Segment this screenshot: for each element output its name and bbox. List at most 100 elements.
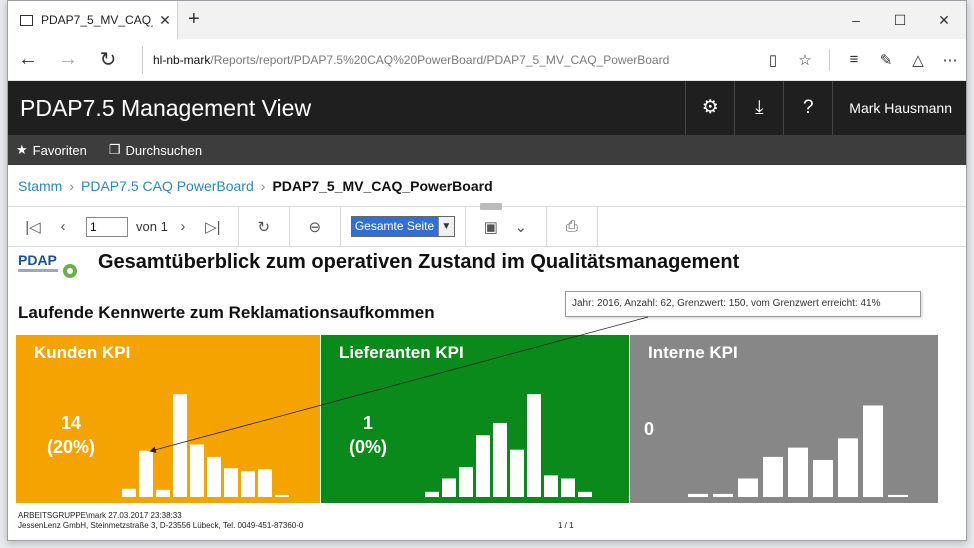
- print-icon[interactable]: ⎙: [557, 218, 587, 235]
- chart-bar[interactable]: [578, 491, 592, 497]
- close-window-icon[interactable]: ✕: [922, 1, 966, 39]
- browser-window: PDAP7_5_MV_CAQ_Pow ✕ + – ☐ ✕ ← → ↻ hl-nb…: [7, 0, 967, 541]
- chart-bar[interactable]: [544, 475, 558, 497]
- kpi-value-block: 0: [644, 417, 674, 441]
- chart-bar[interactable]: [510, 449, 524, 497]
- sub-navigation: ★ Favoriten ❒ Durchsuchen: [8, 135, 966, 165]
- chart-bar[interactable]: [527, 394, 541, 497]
- web-note-icon[interactable]: ✎: [870, 51, 902, 69]
- close-tab-icon[interactable]: ✕: [153, 12, 177, 29]
- page-count-label: von 1: [136, 219, 168, 234]
- chart-bar[interactable]: [224, 468, 238, 497]
- footer-page-indicator: 1 / 1: [558, 521, 574, 530]
- chart-bar[interactable]: [838, 438, 858, 497]
- breadcrumb-folder[interactable]: PDAP7.5 CAQ PowerBoard: [81, 178, 254, 194]
- browse-label: Durchsuchen: [125, 142, 203, 158]
- more-icon[interactable]: ⋯: [934, 51, 966, 69]
- chart-bar[interactable]: [493, 422, 507, 497]
- previous-page-icon[interactable]: ‹: [48, 218, 78, 235]
- url-host: hl-nb-mark: [153, 52, 211, 67]
- chart-bar[interactable]: [738, 478, 758, 497]
- report-canvas: PDAP Gesamtüberblick zum operativen Zust…: [8, 247, 966, 533]
- hub-icon[interactable]: ≡: [838, 51, 870, 68]
- refresh-icon[interactable]: ↻: [88, 47, 128, 72]
- reading-view-icon[interactable]: ▯: [757, 51, 789, 69]
- favorites-label: Favoriten: [32, 142, 87, 158]
- window-controls: – ☐ ✕: [834, 1, 966, 39]
- chevron-right-icon: ›: [69, 177, 75, 194]
- favorite-star-icon[interactable]: ☆: [789, 51, 821, 69]
- tab-strip: PDAP7_5_MV_CAQ_Pow ✕ + – ☐ ✕: [8, 1, 966, 39]
- page-number-input[interactable]: [86, 216, 128, 237]
- kpi-title: Lieferanten KPI: [339, 343, 464, 362]
- kpi-value-block: 1 (0%): [335, 411, 401, 459]
- save-export-icon[interactable]: ▣: [476, 218, 506, 236]
- new-tab-button[interactable]: +: [188, 9, 200, 29]
- chart-bar[interactable]: [207, 456, 221, 497]
- favorites-link[interactable]: ★ Favoriten: [16, 142, 87, 158]
- chevron-down-icon: ▼: [437, 217, 454, 236]
- logo-text: PDAP: [18, 252, 57, 268]
- last-page-icon[interactable]: ▷|: [198, 218, 228, 236]
- breadcrumb-current: PDAP7_5_MV_CAQ_PowerBoard: [272, 177, 493, 194]
- kpi-tile-lieferanten[interactable]: Lieferanten KPI 1 (0%): [321, 335, 629, 503]
- kpi-tile-interne[interactable]: Interne KPI 0: [630, 335, 938, 503]
- chart-bar[interactable]: [173, 394, 187, 497]
- report-toolbar: |◁ ‹ von 1 › ▷| ↻ ⊖ Gesamte Seite ▼ ▣ ⌄ …: [8, 206, 966, 247]
- chart-bar[interactable]: [258, 469, 272, 497]
- download-icon[interactable]: ⤓: [734, 81, 783, 135]
- back-icon[interactable]: ←: [8, 48, 48, 71]
- back-to-parent-icon[interactable]: ⊖: [300, 218, 330, 236]
- breadcrumb: Stamm › PDAP7.5 CAQ PowerBoard › PDAP7_5…: [8, 165, 966, 210]
- chart-bar[interactable]: [275, 494, 289, 497]
- chart-bar[interactable]: [888, 494, 908, 497]
- chart-bar[interactable]: [788, 447, 808, 497]
- help-icon[interactable]: ?: [783, 81, 832, 135]
- kpi-value-block: 14 (20%): [30, 411, 112, 459]
- next-page-icon[interactable]: ›: [168, 218, 198, 235]
- chart-bar[interactable]: [561, 478, 575, 497]
- chart-bar[interactable]: [190, 444, 204, 497]
- user-menu[interactable]: Mark Hausmann: [832, 81, 966, 135]
- zoom-select[interactable]: Gesamte Seite ▼: [350, 216, 455, 237]
- share-icon[interactable]: △: [902, 51, 934, 69]
- tab-title: PDAP7_5_MV_CAQ_Pow: [41, 13, 153, 27]
- chart-bar[interactable]: [763, 456, 783, 497]
- toolbar-divider: [829, 48, 830, 71]
- browse-link[interactable]: ❒ Durchsuchen: [109, 142, 202, 158]
- chart-bar[interactable]: [139, 450, 153, 497]
- chart-bar[interactable]: [122, 488, 136, 497]
- chart-bar[interactable]: [713, 493, 733, 497]
- chart-bar[interactable]: [688, 493, 708, 497]
- chart-bar[interactable]: [476, 435, 490, 497]
- chart-bar[interactable]: [156, 489, 170, 497]
- chart-tooltip: Jahr: 2016, Anzahl: 62, Grenzwert: 150, …: [565, 291, 921, 317]
- breadcrumb-root[interactable]: Stamm: [18, 178, 62, 194]
- settings-gear-icon[interactable]: ⚙: [685, 81, 734, 135]
- chart-bar[interactable]: [425, 491, 439, 497]
- chart-bar[interactable]: [863, 405, 883, 497]
- chart-bar[interactable]: [442, 478, 456, 497]
- browser-tab[interactable]: PDAP7_5_MV_CAQ_Pow ✕: [8, 1, 178, 39]
- first-page-icon[interactable]: |◁: [18, 218, 48, 236]
- address-bar[interactable]: hl-nb-mark/Reports/report/PDAP7.5%20CAQ%…: [142, 45, 757, 74]
- minimize-icon[interactable]: –: [834, 1, 878, 39]
- kpi-value: 14: [60, 413, 82, 433]
- footer-company: JessenLenz GmbH, Steinmetzstraße 3, D-23…: [18, 521, 304, 530]
- kpi-tile-kunden[interactable]: Kunden KPI 14 (20%): [16, 335, 320, 503]
- chart-bar[interactable]: [459, 467, 473, 497]
- refresh-report-icon[interactable]: ↻: [249, 218, 279, 236]
- print-group: ⎙: [547, 206, 598, 247]
- kpi-percent: (20%): [46, 437, 95, 457]
- forward-icon[interactable]: →: [48, 48, 88, 71]
- app-title: PDAP7.5 Management View: [20, 94, 312, 121]
- pdap-logo: PDAP: [18, 252, 77, 278]
- collapse-handle[interactable]: [480, 203, 502, 210]
- chevron-right-icon: ›: [260, 177, 266, 194]
- maximize-icon[interactable]: ☐: [878, 1, 922, 39]
- kpi-value: 0: [644, 419, 655, 439]
- export-chevron-down-icon[interactable]: ⌄: [506, 218, 536, 236]
- chart-bar[interactable]: [813, 459, 833, 497]
- chart-bar[interactable]: [241, 471, 255, 497]
- paging-group: |◁ ‹ von 1 › ▷|: [8, 206, 239, 247]
